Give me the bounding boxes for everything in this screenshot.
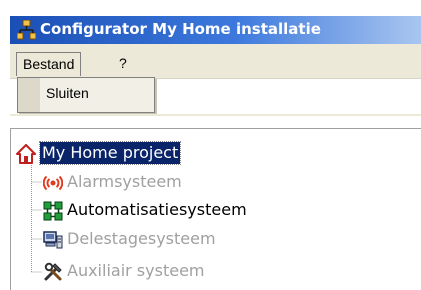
menu-bar: Bestand ?: [10, 44, 421, 79]
load-shedding-icon: [43, 231, 63, 249]
tree-node-label: My Home project: [38, 141, 182, 165]
bestand-dropdown-menu: Sluiten: [17, 77, 155, 113]
menu-icon-gutter: [18, 78, 40, 112]
tree-node-label: Delestagesysteem: [67, 229, 216, 248]
separator: [10, 114, 421, 116]
menu-help[interactable]: ?: [113, 52, 133, 76]
automation-grid-icon: [43, 201, 63, 221]
menu-bestand[interactable]: Bestand: [16, 52, 82, 76]
tree-node-label: Auxiliair systeem: [67, 261, 205, 280]
tree-node-label: Automatisatiesysteem: [67, 200, 247, 219]
title-bar[interactable]: Configurator My Home installatie: [10, 16, 421, 44]
project-tree: My Home project Alarmsysteem Automatisat…: [10, 128, 421, 290]
alarm-signal-icon: [43, 175, 63, 191]
tree-node-label: Alarmsysteem: [67, 172, 182, 191]
tools-icon: [44, 262, 62, 281]
app-network-icon: [17, 20, 36, 40]
window-title: Configurator My Home installatie: [40, 20, 321, 38]
house-icon: [16, 144, 36, 164]
menu-item-sluiten[interactable]: Sluiten: [46, 85, 89, 101]
